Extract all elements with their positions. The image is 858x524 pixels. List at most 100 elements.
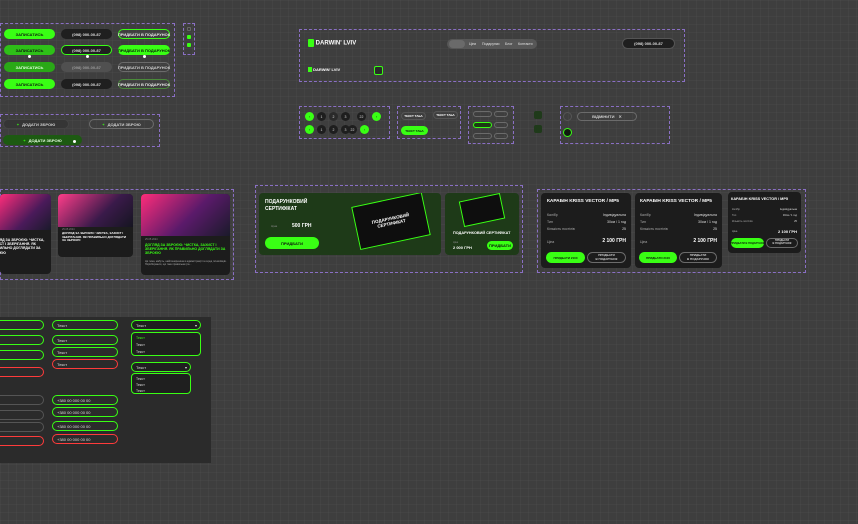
blog-card-1[interactable]: ДОГЛЯД ЗА ЗБРОЄЮ: ЧИСТКА, ЗАХИСТ І ЗБЕРІ… — [0, 194, 51, 274]
select-dropdown-2[interactable]: Текст ▾ — [131, 362, 191, 372]
text-input[interactable] — [0, 350, 44, 360]
weapon-row-value: Індивідуальна — [779, 208, 797, 211]
header-phone-button[interactable]: (098) 000-00-87 — [622, 38, 675, 49]
checkbox[interactable] — [187, 27, 191, 31]
tab-a[interactable]: ТЕКСТ ТАБА — [401, 112, 426, 120]
text-input[interactable]: Текст — [52, 335, 118, 345]
prev-page-button[interactable]: ‹ — [305, 112, 314, 121]
nav-item-prices[interactable]: Ціни — [469, 42, 476, 46]
select-option[interactable]: Текст — [136, 336, 145, 340]
weapon-row-value: 25 — [794, 220, 797, 223]
plus-icon: + — [102, 121, 105, 127]
gift-buy-button[interactable]: ПРИДБАТИ — [265, 237, 319, 249]
enroll-button-active[interactable]: ЗАПИСАТИСЬ — [4, 79, 55, 89]
nav-item-gifts[interactable]: Подарунки — [482, 42, 499, 46]
close-circle-icon[interactable] — [563, 112, 572, 121]
add-weapon-button-filled[interactable]: + ДОДАТИ ЗБРОЮ — [3, 135, 82, 145]
chip-active[interactable] — [473, 122, 492, 128]
text-input-error[interactable]: Текст — [52, 359, 118, 369]
gift-button-active[interactable]: ПРИДБАТИ В ПОДАРУНОК — [118, 79, 170, 89]
nav-item-contacts[interactable]: Контакти — [518, 42, 533, 46]
page-3[interactable]: 3 — [341, 112, 350, 121]
checkbox[interactable] — [187, 35, 191, 39]
select-option[interactable]: Текст — [136, 343, 145, 347]
next-page-button[interactable]: › — [360, 125, 369, 134]
add-weapon-button-outline[interactable]: + ДОДАТИ ЗБРОЮ — [89, 119, 154, 129]
square-check-icon[interactable] — [534, 111, 542, 119]
next-page-button[interactable]: › — [372, 112, 381, 121]
blog-card-2[interactable]: 25.05.2024 ДОГЛЯД ЗА ЗБРОЄЮ: ЧИСТКА, ЗАХ… — [58, 194, 133, 257]
chip[interactable] — [494, 122, 508, 128]
weapon-row-label: Калібр — [547, 213, 558, 217]
prev-page-button[interactable]: ‹ — [305, 125, 314, 134]
phone-button-hover[interactable]: (098) 000-00-87 — [61, 45, 112, 55]
tab-active[interactable]: ТЕКСТ ТАБА — [401, 126, 428, 135]
page-22[interactable]: 22 — [348, 125, 357, 134]
add-weapon-button[interactable]: + ДОДАТИ ЗБРОЮ — [3, 119, 69, 129]
gift-small-buy-button[interactable]: ПРИДБАТИ — [487, 241, 513, 250]
chip[interactable] — [473, 133, 492, 139]
gift-button-disabled[interactable]: ПРИДБАТИ В ПОДАРУНОК — [118, 62, 170, 72]
enroll-button[interactable]: ЗАПИСАТИСЬ — [4, 29, 55, 39]
weapon-buy-button[interactable]: ПРИДБАТИ 2100 — [639, 252, 677, 263]
checkbox-checked[interactable] — [187, 43, 191, 47]
phone-input[interactable]: +380 00 000 00 00 — [52, 395, 118, 405]
phone-input[interactable] — [0, 395, 44, 405]
phone-input-error[interactable] — [0, 436, 44, 446]
weapon-title: КАРАБІН KRISS VECTOR / MP5 — [640, 199, 712, 204]
phone-button-active[interactable]: (098) 000-00-87 — [61, 79, 112, 89]
chip[interactable] — [473, 111, 492, 117]
weapon-gift-button[interactable]: ПРИДБАТИ В ПОДАРУНОК — [766, 238, 798, 248]
weapon-row-label: Тип — [640, 220, 646, 224]
text-input[interactable] — [0, 335, 44, 345]
text-input[interactable]: Текст — [52, 347, 118, 357]
chevron-down-icon: ▾ — [184, 364, 187, 370]
select-option[interactable]: Текст — [136, 377, 145, 381]
phone-button-disabled[interactable]: (098) 000-00-87 — [61, 62, 112, 72]
weapon-buy-button[interactable]: ПРИДБАТИ В ПОДАРУНОК — [731, 238, 764, 248]
phone-input[interactable]: +380 00 000 00 00 — [52, 407, 118, 417]
page-1[interactable]: 1 — [317, 112, 326, 121]
text-input-error[interactable] — [0, 367, 44, 377]
weapon-gift-button[interactable]: ПРИДБАТИ В ПОДАРУНОК — [587, 252, 626, 263]
phone-input-error[interactable]: +380 00 000 00 00 — [52, 434, 118, 444]
nav-item-blog[interactable]: Блог — [505, 42, 513, 46]
menu-icon[interactable] — [374, 66, 383, 75]
gift-button[interactable]: ПРИДБАТИ В ПОДАРУНОК — [118, 29, 170, 39]
cancel-button[interactable]: ВІДМІНИТИ ✕ — [577, 112, 637, 121]
weapon-gift-button[interactable]: ПРИДБАТИ В ПОДАРУНОК — [679, 252, 717, 263]
page-2[interactable]: 2 — [329, 112, 338, 121]
gift-price-label: Ціна — [271, 224, 278, 228]
weapon-card-1: КАРАБІН KRISS VECTOR / MP5 Калібр Індиві… — [541, 193, 631, 268]
blog-card-title: ДОГЛЯД ЗА ЗБРОЄЮ: ЧИСТКА, ЗАХИСТ І ЗБЕРІ… — [0, 238, 45, 255]
tab-b[interactable]: ТЕКСТ ТАБА — [433, 111, 458, 119]
select-option[interactable]: Текст — [136, 389, 145, 393]
weapon-price-label: Ціна — [732, 230, 738, 233]
select-option[interactable]: Текст — [136, 383, 145, 387]
close-circle-icon-active[interactable] — [563, 128, 572, 137]
phone-button[interactable]: (098) 000-00-87 — [61, 29, 112, 39]
chip[interactable] — [494, 111, 508, 117]
phone-input[interactable] — [0, 422, 44, 432]
page-22[interactable]: 22 — [357, 112, 366, 121]
page-1[interactable]: 1 — [317, 125, 326, 134]
gift-certificate-image: ПОДАРУНКОВИЙ СЕРТИФІКАТ — [351, 193, 431, 251]
logo-icon — [308, 67, 312, 73]
weapon-card-3: КАРАБІН KRISS VECTOR / MP5 Калібр Індиві… — [728, 192, 801, 253]
phone-input[interactable] — [0, 410, 44, 420]
phone-input[interactable]: +380 00 000 00 00 — [52, 421, 118, 431]
square-close-icon[interactable] — [534, 125, 542, 133]
select-option[interactable]: Текст — [136, 350, 145, 354]
select-dropdown[interactable]: Текст ▾ — [131, 320, 201, 330]
gift-button-filled[interactable]: ПРИДБАТИ В ПОДАРУНОК — [118, 45, 170, 55]
pagination-frame — [299, 106, 390, 139]
text-input[interactable]: Текст — [52, 320, 118, 330]
chip[interactable] — [494, 133, 508, 139]
weapon-buy-button[interactable]: ПРИДБАТИ 2100 — [546, 252, 585, 263]
enroll-button-hover[interactable]: ЗАПИСАТИСЬ — [4, 45, 55, 55]
chevron-down-icon: ▾ — [194, 322, 197, 328]
text-input[interactable] — [0, 320, 44, 330]
blog-card-3[interactable]: 25.05.2024 ДОГЛЯД ЗА ЗБРОЄЮ: ЧИСТКА, ЗАХ… — [141, 194, 230, 275]
page-2[interactable]: 2 — [329, 125, 338, 134]
enroll-button-pressed[interactable]: ЗАПИСАТИСЬ — [4, 62, 55, 72]
